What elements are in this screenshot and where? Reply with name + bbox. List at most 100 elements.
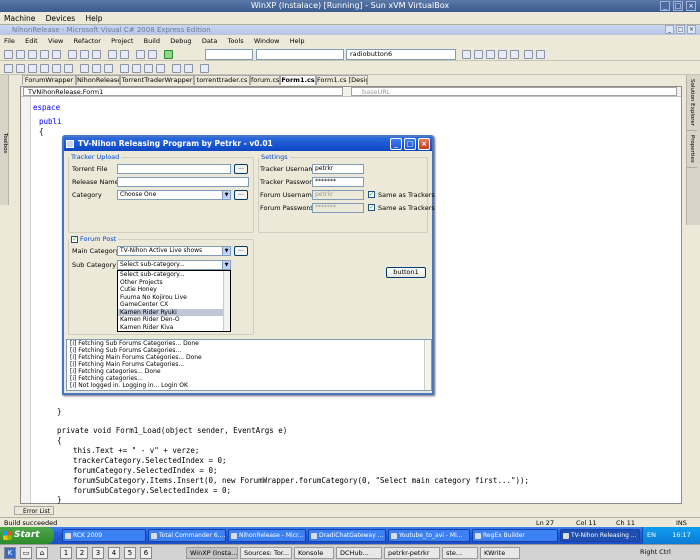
platform-select[interactable]: [256, 49, 344, 60]
object-browser-icon[interactable]: [498, 50, 507, 59]
forum-username-input[interactable]: petrkr: [312, 190, 364, 200]
align-center-icon[interactable]: [16, 64, 25, 73]
desktop-4[interactable]: 4: [108, 547, 120, 559]
align-left-icon[interactable]: [4, 64, 13, 73]
vs-menu-project[interactable]: Project: [107, 36, 137, 47]
language-indicator[interactable]: EN: [647, 531, 656, 539]
dropdown-option[interactable]: Cutie Honey: [118, 286, 230, 294]
main-category-select[interactable]: TV-Nihon Active Live shows ▼: [117, 246, 231, 256]
dropdown-option[interactable]: Other Projects: [118, 279, 230, 287]
same-as-trackers-checkbox-2[interactable]: ✓: [368, 204, 375, 211]
tab-nihonrelease[interactable]: NihonRelease: [76, 75, 120, 85]
member-dropdown[interactable]: baseURL: [351, 87, 677, 96]
maximize-icon[interactable]: □: [673, 1, 683, 11]
host-task-button[interactable]: ste...: [442, 547, 478, 559]
category-select[interactable]: Choose One ▼: [117, 190, 231, 200]
desktop-1[interactable]: 1: [60, 547, 72, 559]
dialog-close-icon[interactable]: ×: [418, 138, 430, 150]
dropdown-option[interactable]: Kamen Rider Kiva: [118, 324, 230, 332]
xp-task-button[interactable]: RCK 2009: [62, 529, 146, 542]
solution-explorer-icon[interactable]: [474, 50, 483, 59]
paste-icon[interactable]: [92, 50, 101, 59]
vs-menu-data[interactable]: Data: [198, 36, 222, 47]
desktop-2[interactable]: 2: [76, 547, 88, 559]
tab-forum-cs[interactable]: forum.cs: [250, 75, 280, 85]
new-project-icon[interactable]: [4, 50, 13, 59]
vs-menu-window[interactable]: Window: [250, 36, 284, 47]
same-size-icon[interactable]: [104, 64, 113, 73]
save-icon[interactable]: [40, 50, 49, 59]
redo-icon[interactable]: [120, 50, 129, 59]
vs-minimize-icon[interactable]: _: [665, 25, 674, 34]
vs-menu-debug[interactable]: Debug: [166, 36, 195, 47]
solution-config-select[interactable]: [205, 49, 253, 60]
center-vert-icon[interactable]: [184, 64, 193, 73]
tab-torrenttrader-cs[interactable]: torrenttrader.cs: [194, 75, 250, 85]
dropdown-option[interactable]: Kamen Rider Den-O: [118, 316, 230, 324]
vs-menu-build[interactable]: Build: [140, 36, 164, 47]
cut-icon[interactable]: [68, 50, 77, 59]
type-dropdown[interactable]: TVNihonRelease.Form1: [23, 87, 343, 96]
tab-form1-cs[interactable]: Form1.cs: [280, 75, 316, 85]
vspacing-inc-icon[interactable]: [156, 64, 165, 73]
vs-menu-help[interactable]: Help: [286, 36, 309, 47]
xp-task-button[interactable]: Youtube_to_avi - Mi...: [388, 529, 470, 542]
sub-category-select[interactable]: Select sub-category... ▼: [117, 260, 231, 270]
dropdown-option-highlighted[interactable]: Kamen Rider Ryuki: [118, 308, 230, 316]
xp-task-button[interactable]: NihonRelease - Micr...: [228, 529, 306, 542]
open-icon[interactable]: [28, 50, 37, 59]
menu-machine[interactable]: Machine: [0, 12, 39, 25]
dialog-maximize-icon[interactable]: □: [404, 138, 416, 150]
properties-icon[interactable]: [486, 50, 495, 59]
hspacing-inc-icon[interactable]: [132, 64, 141, 73]
dropdown-scrollbar[interactable]: [223, 271, 230, 331]
same-as-trackers-checkbox-1[interactable]: ✓: [368, 191, 375, 198]
vs-maximize-icon[interactable]: □: [676, 25, 685, 34]
center-horiz-icon[interactable]: [172, 64, 181, 73]
vs-menu-view[interactable]: View: [44, 36, 67, 47]
bring-front-icon[interactable]: [200, 64, 209, 73]
toolbar-options-icon[interactable]: [536, 50, 545, 59]
copy-icon[interactable]: [80, 50, 89, 59]
forum-post-checkbox[interactable]: ✓: [71, 236, 78, 243]
release-name-input[interactable]: [117, 177, 249, 187]
find-in-files-icon[interactable]: [462, 50, 471, 59]
torrent-file-input[interactable]: [117, 164, 231, 174]
error-list-tab[interactable]: Error List: [14, 506, 54, 515]
host-task-button[interactable]: Konsole: [294, 547, 334, 559]
vs-menu-edit[interactable]: Edit: [21, 36, 42, 47]
main-category-browse-button[interactable]: ...: [234, 246, 248, 256]
start-debug-icon[interactable]: [164, 50, 173, 59]
navigate-forward-icon[interactable]: [148, 50, 157, 59]
start-page-icon[interactable]: [524, 50, 533, 59]
host-task-button[interactable]: petrkr-petrkr: [384, 547, 440, 559]
kde-menu-icon[interactable]: K: [4, 547, 16, 559]
tracker-username-input[interactable]: petrkr: [312, 164, 364, 174]
align-bottom-icon[interactable]: [64, 64, 73, 73]
minimize-icon[interactable]: _: [660, 1, 670, 11]
xp-task-button[interactable]: DradiChatGateway ...: [308, 529, 386, 542]
properties-tab[interactable]: Properties: [687, 131, 697, 168]
toolbox-tab[interactable]: Toolbox: [0, 75, 9, 205]
button1[interactable]: button1: [386, 267, 426, 278]
tab-form1-design[interactable]: Form1.cs [Design]: [316, 75, 368, 85]
host-task-button[interactable]: KWrite: [480, 547, 520, 559]
host-task-button-active[interactable]: WinXP (Insta...: [186, 547, 238, 559]
align-top-icon[interactable]: [40, 64, 49, 73]
xp-task-button[interactable]: RegEx Builder: [472, 529, 558, 542]
vs-menu-refactor[interactable]: Refactor: [70, 36, 105, 47]
desktop-5[interactable]: 5: [124, 547, 136, 559]
category-browse-button[interactable]: ...: [234, 190, 248, 200]
desktop-3[interactable]: 3: [92, 547, 104, 559]
menu-devices[interactable]: Devices: [42, 12, 80, 25]
tab-forumwrapper[interactable]: ForumWrapper: [22, 75, 76, 85]
torrent-browse-button[interactable]: ...: [234, 164, 248, 174]
vs-menu-tools[interactable]: Tools: [224, 36, 248, 47]
vspacing-icon[interactable]: [144, 64, 153, 73]
navigate-back-icon[interactable]: [136, 50, 145, 59]
find-combo[interactable]: radiobutton6: [346, 49, 456, 60]
save-all-icon[interactable]: [52, 50, 61, 59]
dropdown-option[interactable]: GameCenter CX: [118, 301, 230, 309]
host-task-button[interactable]: Sources: Tor...: [240, 547, 292, 559]
dropdown-option[interactable]: Select sub-category...: [118, 271, 230, 279]
